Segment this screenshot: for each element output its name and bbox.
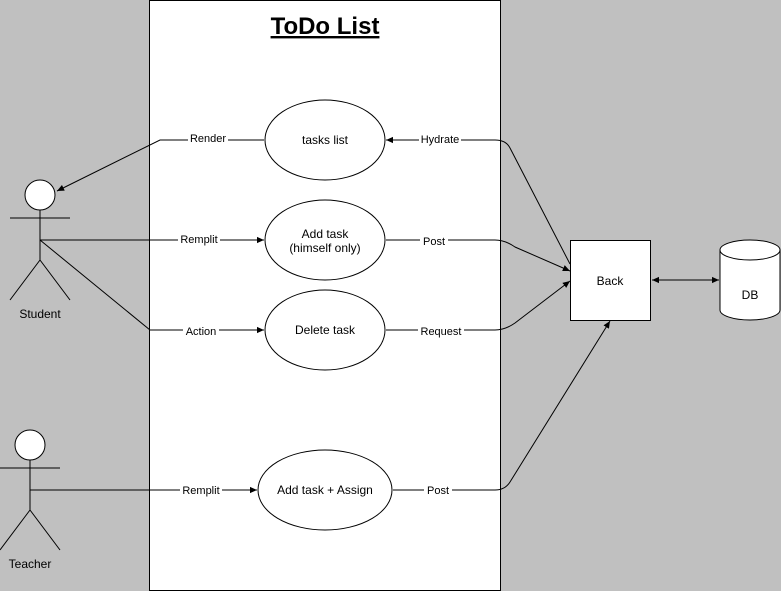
edge-label-request-delete: Request — [421, 326, 462, 338]
edge-label-remplit-student: Remplit — [180, 234, 217, 246]
back-node: Back — [570, 240, 651, 321]
edge-label-post-assign: Post — [427, 485, 449, 497]
usecase-diagram: ToDo List Render Remplit Action Remplit … — [0, 0, 781, 591]
use-case-delete-task-label: Delete task — [295, 323, 356, 337]
use-case-add-task-assign-label: Add task + Assign — [277, 483, 373, 497]
use-case-tasks-list: tasks list — [264, 99, 386, 181]
diagram-title: ToDo List — [271, 13, 380, 40]
edge-label-post-add: Post — [423, 236, 445, 248]
teacher-label: Teacher — [9, 557, 52, 571]
back-node-label: Back — [597, 274, 625, 288]
student-label: Student — [19, 307, 61, 321]
use-case-add-task-assign: Add task + Assign — [257, 449, 393, 531]
use-case-tasks-list-label: tasks list — [302, 133, 349, 147]
use-case-add-task-label: Add task — [302, 227, 350, 241]
edge-label-render: Render — [190, 133, 226, 145]
edge-label-hydrate: Hydrate — [421, 134, 460, 146]
db-cylinder: DB — [719, 239, 781, 321]
edge-label-remplit-teacher: Remplit — [182, 485, 219, 497]
edge-label-action: Action — [186, 326, 217, 338]
use-case-add-task: Add task (himself only) — [264, 199, 386, 281]
db-label: DB — [742, 288, 759, 302]
use-case-delete-task: Delete task — [264, 289, 386, 371]
use-case-add-task-sublabel: (himself only) — [289, 241, 360, 255]
